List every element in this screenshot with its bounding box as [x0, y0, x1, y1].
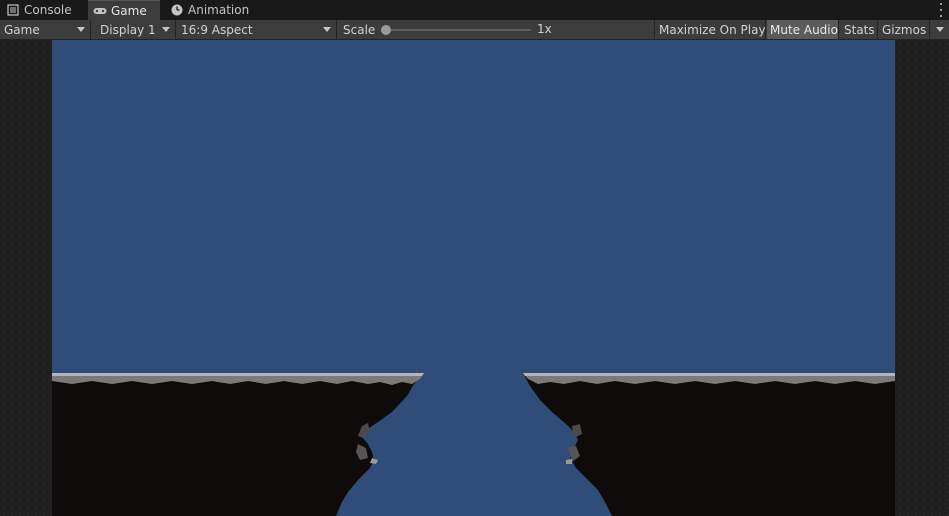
stats-label: Stats: [844, 22, 875, 37]
aspect-dropdown[interactable]: 16:9 Aspect: [177, 20, 337, 39]
chevron-down-icon: [323, 27, 331, 32]
chevron-down-icon: [77, 27, 85, 32]
scale-control: Scale 1x: [339, 20, 655, 39]
scale-value: 1x: [537, 22, 552, 36]
game-view-area[interactable]: [0, 40, 949, 516]
display-dropdown[interactable]: Display 1: [96, 20, 176, 39]
mute-audio-label: Mute Audio: [770, 22, 838, 37]
more-options-icon[interactable]: [939, 3, 943, 17]
tab-game-label: Game: [111, 3, 147, 18]
stats-toggle[interactable]: Stats: [840, 20, 878, 39]
scale-slider-thumb[interactable]: [381, 25, 391, 35]
left-cliff: [52, 373, 424, 516]
console-icon: [6, 3, 20, 17]
game-view-toolbar: Game Display 1 16:9 Aspect Scale 1x Maxi…: [0, 20, 949, 40]
gizmos-toggle[interactable]: Gizmos: [878, 20, 930, 39]
gamepad-icon: [93, 4, 107, 18]
maximize-on-play-label: Maximize On Play: [659, 22, 766, 37]
tab-console-label: Console: [24, 3, 72, 17]
gizmos-label: Gizmos: [882, 22, 927, 37]
right-cliff: [523, 373, 895, 516]
tab-animation-label: Animation: [188, 3, 250, 17]
tab-game[interactable]: Game: [88, 0, 160, 20]
chevron-down-icon: [162, 27, 170, 32]
scale-slider-track[interactable]: [385, 29, 531, 31]
aspect-dropdown-value: 16:9 Aspect: [181, 22, 253, 37]
editor-tab-bar: Console Game Animation: [0, 0, 949, 20]
maximize-on-play-toggle[interactable]: Maximize On Play: [655, 20, 766, 39]
gizmos-dropdown[interactable]: [930, 20, 949, 39]
animation-clock-icon: [170, 3, 184, 17]
chevron-down-icon: [936, 27, 944, 32]
tab-console[interactable]: Console: [6, 0, 86, 20]
mute-audio-toggle[interactable]: Mute Audio: [767, 20, 839, 39]
view-dropdown[interactable]: Game: [0, 20, 91, 39]
tab-animation[interactable]: Animation: [170, 0, 260, 20]
scale-label: Scale: [343, 22, 376, 37]
game-viewport[interactable]: [52, 40, 895, 516]
game-scene: [52, 373, 895, 516]
view-dropdown-value: Game: [4, 22, 40, 37]
display-dropdown-value: Display 1: [100, 22, 156, 37]
